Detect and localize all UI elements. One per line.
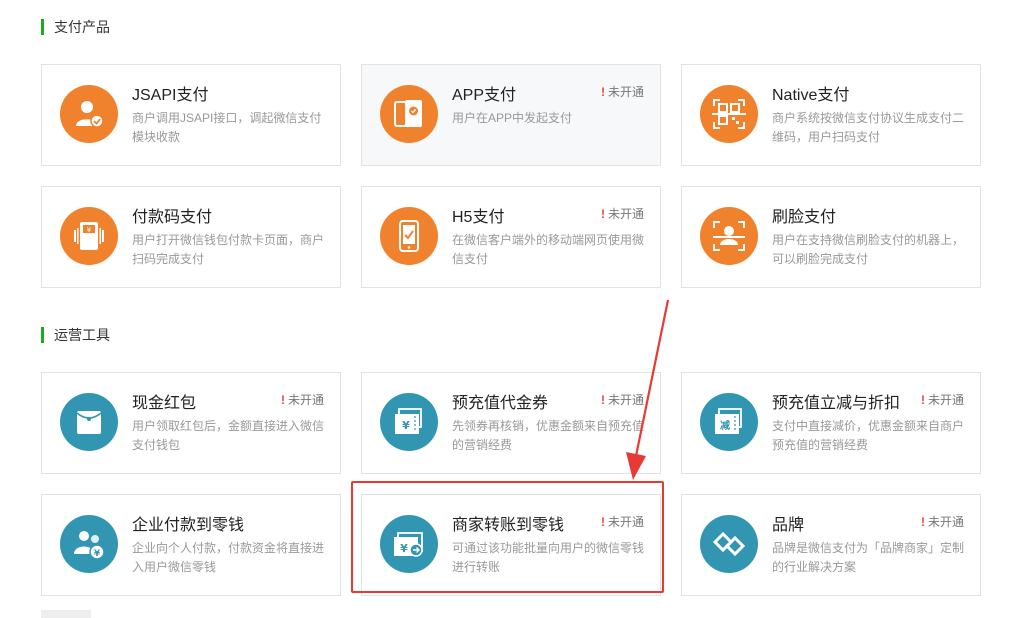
card-red-packet[interactable]: 现金红包 ! 未开通 用户领取红包后，金额直接进入微信支付钱包 bbox=[41, 372, 341, 474]
card-description: 先领券再核销，优惠金额来自预充值的营销经费 bbox=[452, 419, 645, 452]
status-label: 未开通 bbox=[607, 85, 644, 99]
warning-icon: ! bbox=[280, 393, 285, 407]
card-description: 商户调用JSAPI接口，调起微信支付模块收款 bbox=[132, 111, 322, 144]
status-label: 未开通 bbox=[287, 393, 324, 407]
status-badge: ! 未开通 bbox=[921, 513, 964, 530]
card-jsapi[interactable]: JSAPI支付 商户调用JSAPI接口，调起微信支付模块收款 bbox=[41, 64, 341, 166]
card-description: 用户领取红包后，金额直接进入微信支付钱包 bbox=[132, 419, 325, 452]
section-title-payment: 支付产品 bbox=[41, 19, 110, 35]
card-description: 品牌是微信支付为「品牌商家」定制的行业解决方案 bbox=[772, 541, 965, 574]
status-badge: ! 未开通 bbox=[281, 391, 324, 408]
card-name: 预充值代金券 bbox=[452, 395, 549, 412]
brand-icon bbox=[700, 515, 758, 573]
face-scan-icon bbox=[700, 207, 758, 265]
card-description: 用户在APP中发起支付 bbox=[452, 111, 573, 125]
scanner-icon: ¥ bbox=[60, 207, 118, 265]
app-phone-icon bbox=[380, 85, 438, 143]
card-brand[interactable]: 品牌 ! 未开通 品牌是微信支付为「品牌商家」定制的行业解决方案 bbox=[681, 494, 981, 596]
card-name: Native支付 bbox=[772, 87, 850, 104]
warning-icon: ! bbox=[920, 393, 925, 407]
warning-icon: ! bbox=[600, 393, 605, 407]
card-app[interactable]: APP支付 ! 未开通 用户在APP中发起支付 bbox=[361, 64, 661, 166]
voucher-icon: ¥ bbox=[380, 393, 438, 451]
card-paycode[interactable]: ¥ 付款码支付 用户打开微信钱包付款卡页面，商户扫码完成支付 bbox=[41, 186, 341, 288]
annotation-arrow-icon bbox=[626, 299, 670, 480]
card-name: 现金红包 bbox=[132, 395, 197, 412]
card-name: 预充值立减与折扣 bbox=[772, 395, 901, 412]
enterprise-pay-icon: ¥ bbox=[60, 515, 118, 573]
discount-icon-text: 减 bbox=[720, 419, 730, 432]
qrcode-icon bbox=[700, 85, 758, 143]
status-badge: ! 未开通 bbox=[601, 205, 644, 222]
status-label: 未开通 bbox=[927, 393, 964, 407]
svg-text:¥: ¥ bbox=[402, 419, 410, 432]
scroll-divider bbox=[41, 610, 91, 618]
card-description: 企业向个人付款，付款资金将直接进入用户微信零钱 bbox=[132, 541, 325, 574]
status-badge: ! 未开通 bbox=[601, 83, 644, 100]
card-native[interactable]: Native支付 商户系统按微信支付协议生成支付二维码，用户扫码支付 bbox=[681, 64, 981, 166]
section-title-operations: 运营工具 bbox=[41, 327, 110, 343]
card-discount[interactable]: 减 预充值立减与折扣 ! 未开通 支付中直接减价，优惠金额来自商户预充值的营销经费 bbox=[681, 372, 981, 474]
card-name: APP支付 bbox=[452, 87, 517, 104]
card-description: 商户系统按微信支付协议生成支付二维码，用户扫码支付 bbox=[772, 111, 965, 144]
status-label: 未开通 bbox=[927, 515, 964, 529]
svg-text:¥: ¥ bbox=[87, 226, 92, 234]
card-description: 在微信客户端外的移动端网页使用微信支付 bbox=[452, 233, 645, 266]
card-description: 用户在支持微信刷脸支付的机器上，可以刷脸完成支付 bbox=[772, 233, 965, 266]
card-description: 支付中直接减价，优惠金额来自商户预充值的营销经费 bbox=[772, 419, 965, 452]
red-packet-icon bbox=[60, 393, 118, 451]
card-h5[interactable]: H5支付 ! 未开通 在微信客户端外的移动端网页使用微信支付 bbox=[361, 186, 661, 288]
warning-icon: ! bbox=[920, 515, 925, 529]
card-name: 付款码支付 bbox=[132, 209, 213, 226]
card-voucher[interactable]: ¥ 预充值代金券 ! 未开通 先领券再核销，优惠金额来自预充值的营销经费 bbox=[361, 372, 661, 474]
card-name: 企业付款到零钱 bbox=[132, 517, 245, 534]
card-name: 品牌 bbox=[772, 517, 805, 534]
svg-text:¥: ¥ bbox=[94, 549, 101, 559]
card-face[interactable]: 刷脸支付 用户在支持微信刷脸支付的机器上，可以刷脸完成支付 bbox=[681, 186, 981, 288]
card-enterprise[interactable]: ¥ 企业付款到零钱 企业向个人付款，付款资金将直接进入用户微信零钱 bbox=[41, 494, 341, 596]
highlight-box bbox=[351, 481, 664, 593]
warning-icon: ! bbox=[600, 85, 605, 99]
warning-icon: ! bbox=[600, 207, 605, 221]
card-name: H5支付 bbox=[452, 209, 505, 226]
mobile-check-icon bbox=[380, 207, 438, 265]
status-label: 未开通 bbox=[607, 207, 644, 221]
card-name: JSAPI支付 bbox=[132, 87, 209, 104]
status-badge: ! 未开通 bbox=[921, 391, 964, 408]
card-description: 用户打开微信钱包付款卡页面，商户扫码完成支付 bbox=[132, 233, 325, 266]
card-name: 刷脸支付 bbox=[772, 209, 837, 226]
person-check-icon bbox=[60, 85, 118, 143]
discount-icon: 减 bbox=[700, 393, 758, 451]
